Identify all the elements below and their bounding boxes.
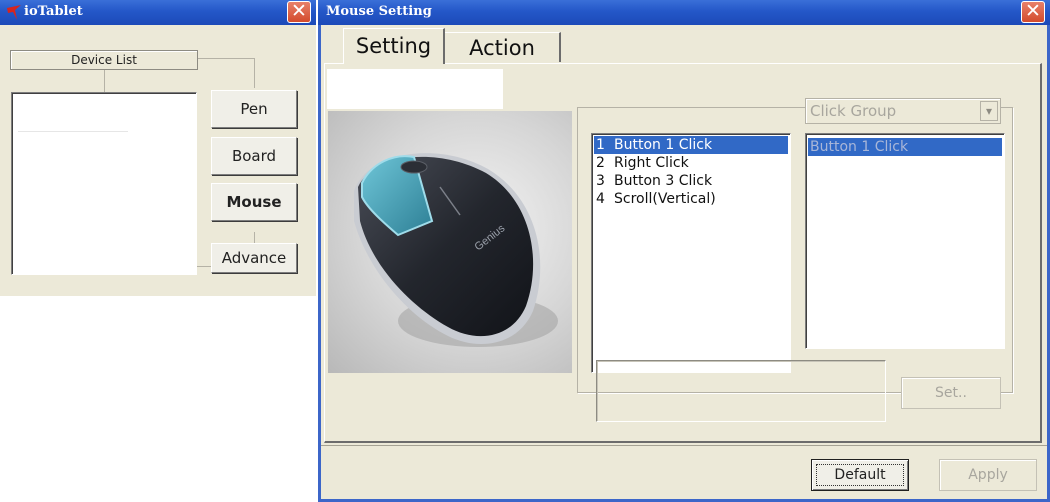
connector-line xyxy=(254,58,255,88)
list-item-number: 1 xyxy=(596,137,605,153)
iotablet-titlebar[interactable]: ioTablet ✕ xyxy=(0,0,316,25)
list-item-number: 3 xyxy=(596,173,605,189)
set-button[interactable]: Set.. xyxy=(901,377,1001,409)
pen-button[interactable]: Pen xyxy=(211,90,297,128)
pen-button-label: Pen xyxy=(240,100,268,118)
device-list[interactable] xyxy=(11,92,197,275)
mouse-setting-client: Setting Action Genius Click Group ▾ 1 Bu… xyxy=(321,25,1047,499)
list-item-label: Button 1 Click xyxy=(810,139,909,155)
apply-button[interactable]: Apply xyxy=(939,459,1037,491)
advance-button[interactable]: Advance xyxy=(211,243,297,273)
list-item-number: 4 xyxy=(596,191,605,207)
list-item-label: Button 1 Click xyxy=(614,137,713,153)
mouse-button-label: Mouse xyxy=(226,193,282,211)
default-button[interactable]: Default xyxy=(811,459,909,491)
tab-setting[interactable]: Setting xyxy=(343,28,445,64)
default-button-focus-ring xyxy=(816,464,904,486)
board-button[interactable]: Board xyxy=(211,137,297,175)
button-list[interactable]: 1 Button 1 Click 2 Right Click 3 Button 3 C… xyxy=(591,133,791,373)
click-group-select[interactable]: Click Group ▾ xyxy=(805,98,1001,124)
list-item[interactable]: Button 1 Click xyxy=(808,138,1002,156)
mouse-setting-title: Mouse Setting xyxy=(326,4,432,19)
click-group-value: Click Group xyxy=(810,102,897,120)
list-item-label: Button 3 Click xyxy=(614,173,713,189)
click-group-dropdown-button[interactable]: ▾ xyxy=(980,101,998,121)
header-blank-field xyxy=(327,69,503,109)
close-icon: ✕ xyxy=(291,0,307,22)
device-list-faded-entry xyxy=(18,131,128,132)
mouse-setting-close-button[interactable]: ✕ xyxy=(1021,1,1045,23)
list-item[interactable]: 3 Button 3 Click xyxy=(594,172,788,190)
connector-line xyxy=(196,266,212,267)
action-list[interactable]: Button 1 Click xyxy=(805,133,1005,349)
chevron-down-icon: ▾ xyxy=(985,104,993,118)
mouse-illustration: Genius xyxy=(354,153,558,347)
list-item-number: 2 xyxy=(596,155,605,171)
apply-button-label: Apply xyxy=(968,467,1008,483)
list-item[interactable]: 2 Right Click xyxy=(594,154,788,172)
io-logo-icon xyxy=(5,3,23,21)
mouse-setting-window: Mouse Setting ✕ Setting Action Genius Cl… xyxy=(318,0,1050,502)
device-list-label: Device List xyxy=(71,53,137,67)
iotablet-title: ioTablet xyxy=(24,4,83,19)
mouse-image: Genius xyxy=(328,111,572,373)
tab-action-label: Action xyxy=(469,36,535,60)
device-list-label-box: Device List xyxy=(10,50,198,70)
list-item[interactable]: 1 Button 1 Click xyxy=(594,136,788,154)
connector-line xyxy=(198,58,255,59)
tab-action[interactable]: Action xyxy=(445,32,561,62)
footer-separator xyxy=(321,445,1047,446)
list-item-label: Scroll(Vertical) xyxy=(614,191,716,207)
close-icon: ✕ xyxy=(1025,0,1041,22)
advance-button-label: Advance xyxy=(221,249,287,267)
set-button-label: Set.. xyxy=(935,385,967,401)
mouse-setting-titlebar[interactable]: Mouse Setting ✕ xyxy=(318,0,1050,25)
list-item-label: Right Click xyxy=(614,155,689,171)
tab-setting-label: Setting xyxy=(355,34,432,58)
iotablet-close-button[interactable]: ✕ xyxy=(287,1,311,23)
connector-line xyxy=(104,70,105,92)
board-button-label: Board xyxy=(231,147,277,165)
mouse-button[interactable]: Mouse xyxy=(211,183,297,221)
list-item[interactable]: 4 Scroll(Vertical) xyxy=(594,190,788,208)
iotablet-window: ioTablet ✕ Device List Pen Board Mouse A… xyxy=(0,0,316,296)
action-description-box xyxy=(596,360,886,422)
